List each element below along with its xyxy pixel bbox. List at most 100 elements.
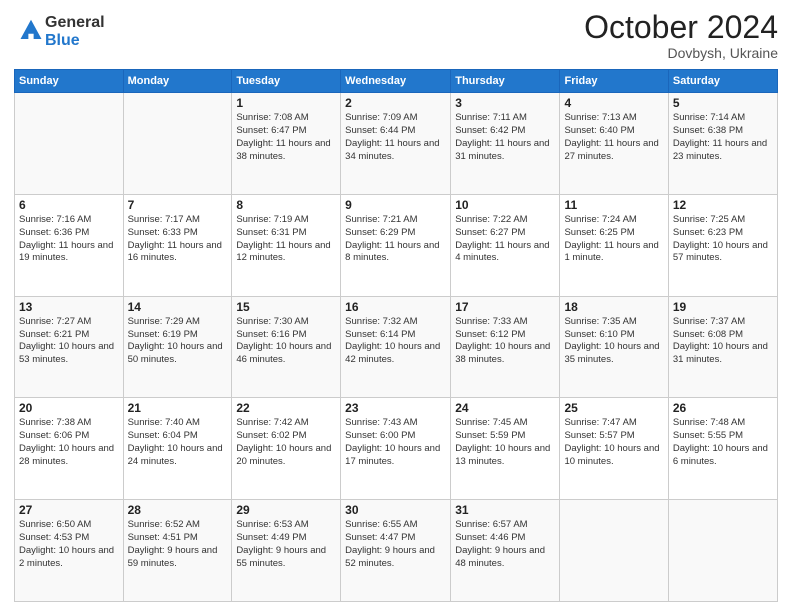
calendar-cell: 12Sunrise: 7:25 AMSunset: 6:23 PMDayligh… (668, 194, 777, 296)
day-number: 23 (345, 401, 446, 415)
cell-sun-info: Sunrise: 7:21 AMSunset: 6:29 PMDaylight:… (345, 214, 446, 265)
day-number: 9 (345, 198, 446, 212)
logo-general-text: General (45, 14, 105, 32)
calendar-cell: 22 Sunrise: 7:42 AMSunset: 6:02 PMDayligh… (232, 398, 341, 500)
day-number: 27 (19, 503, 119, 517)
calendar-cell: 15Sunrise: 7:30 AMSunset: 6:16 PMDayligh… (232, 296, 341, 398)
cell-sun-info: Sunrise: 6:50 AMSunset: 4:53 PMDaylight:… (19, 519, 119, 570)
cell-sun-info: Sunrise: 6:52 AMSunset: 4:51 PMDaylight:… (128, 519, 228, 570)
cell-sun-info: Sunrise: 7:30 AMSunset: 6:16 PMDaylight:… (236, 316, 336, 367)
calendar-cell: 26 Sunrise: 7:48 AMSunset: 5:55 PMDayligh… (668, 398, 777, 500)
calendar-cell: 29 Sunrise: 6:53 AMSunset: 4:49 PMDayligh… (232, 500, 341, 602)
cell-sun-info: Sunrise: 7:22 AMSunset: 6:27 PMDaylight:… (455, 214, 555, 265)
calendar-cell: 7 Sunrise: 7:17 AMSunset: 6:33 PMDaylight… (123, 194, 232, 296)
calendar-cell: 24 Sunrise: 7:45 AMSunset: 5:59 PMDayligh… (451, 398, 560, 500)
day-number: 28 (128, 503, 228, 517)
weekday-header-sunday: Sunday (15, 70, 124, 93)
month-title: October 2024 (584, 10, 778, 45)
day-number: 26 (673, 401, 773, 415)
day-number: 19 (673, 300, 773, 314)
title-block: October 2024 Dovbysh, Ukraine (584, 10, 778, 61)
calendar-cell: 30 Sunrise: 6:55 AMSunset: 4:47 PMDayligh… (341, 500, 451, 602)
cell-sun-info: Sunrise: 7:25 AMSunset: 6:23 PMDaylight:… (673, 214, 773, 265)
calendar-cell: 8 Sunrise: 7:19 AMSunset: 6:31 PMDaylight… (232, 194, 341, 296)
cell-sun-info: Sunrise: 7:11 AMSunset: 6:42 PMDaylight:… (455, 112, 555, 163)
calendar-cell: 25 Sunrise: 7:47 AMSunset: 5:57 PMDayligh… (560, 398, 668, 500)
cell-sun-info: Sunrise: 7:17 AMSunset: 6:33 PMDaylight:… (128, 214, 228, 265)
calendar-cell: 28 Sunrise: 6:52 AMSunset: 4:51 PMDayligh… (123, 500, 232, 602)
calendar-cell: 27 Sunrise: 6:50 AMSunset: 4:53 PMDayligh… (15, 500, 124, 602)
cell-sun-info: Sunrise: 6:57 AMSunset: 4:46 PMDaylight:… (455, 519, 555, 570)
day-number: 21 (128, 401, 228, 415)
calendar-cell: 23Sunrise: 7:43 AMSunset: 6:00 PMDayligh… (341, 398, 451, 500)
day-number: 24 (455, 401, 555, 415)
cell-sun-info: Sunrise: 7:42 AMSunset: 6:02 PMDaylight:… (236, 417, 336, 468)
calendar-table: SundayMondayTuesdayWednesdayThursdayFrid… (14, 69, 778, 602)
calendar-cell: 11 Sunrise: 7:24 AMSunset: 6:25 PMDayligh… (560, 194, 668, 296)
calendar-cell (668, 500, 777, 602)
cell-sun-info: Sunrise: 7:47 AMSunset: 5:57 PMDaylight:… (564, 417, 663, 468)
day-number: 17 (455, 300, 555, 314)
calendar-cell (15, 93, 124, 195)
weekday-header-friday: Friday (560, 70, 668, 93)
cell-sun-info: Sunrise: 7:24 AMSunset: 6:25 PMDaylight:… (564, 214, 663, 265)
cell-sun-info: Sunrise: 7:40 AMSunset: 6:04 PMDaylight:… (128, 417, 228, 468)
cell-sun-info: Sunrise: 7:37 AMSunset: 6:08 PMDaylight:… (673, 316, 773, 367)
day-number: 10 (455, 198, 555, 212)
calendar-cell: 4Sunrise: 7:13 AMSunset: 6:40 PMDaylight… (560, 93, 668, 195)
day-number: 13 (19, 300, 119, 314)
page-header: General Blue October 2024 Dovbysh, Ukrai… (14, 10, 778, 61)
cell-sun-info: Sunrise: 7:45 AMSunset: 5:59 PMDaylight:… (455, 417, 555, 468)
cell-sun-info: Sunrise: 7:48 AMSunset: 5:55 PMDaylight:… (673, 417, 773, 468)
day-number: 20 (19, 401, 119, 415)
day-number: 30 (345, 503, 446, 517)
calendar-cell (560, 500, 668, 602)
calendar-cell: 3 Sunrise: 7:11 AMSunset: 6:42 PMDaylight… (451, 93, 560, 195)
day-number: 3 (455, 96, 555, 110)
cell-sun-info: Sunrise: 6:53 AMSunset: 4:49 PMDaylight:… (236, 519, 336, 570)
calendar-cell: 17 Sunrise: 7:33 AMSunset: 6:12 PMDayligh… (451, 296, 560, 398)
cell-sun-info: Sunrise: 7:33 AMSunset: 6:12 PMDaylight:… (455, 316, 555, 367)
day-number: 31 (455, 503, 555, 517)
weekday-header-monday: Monday (123, 70, 232, 93)
weekday-header-saturday: Saturday (668, 70, 777, 93)
day-number: 14 (128, 300, 228, 314)
cell-sun-info: Sunrise: 7:16 AMSunset: 6:36 PMDaylight:… (19, 214, 119, 265)
day-number: 8 (236, 198, 336, 212)
day-number: 2 (345, 96, 446, 110)
day-number: 16 (345, 300, 446, 314)
day-number: 29 (236, 503, 336, 517)
cell-sun-info: Sunrise: 7:35 AMSunset: 6:10 PMDaylight:… (564, 316, 663, 367)
weekday-header-tuesday: Tuesday (232, 70, 341, 93)
cell-sun-info: Sunrise: 6:55 AMSunset: 4:47 PMDaylight:… (345, 519, 446, 570)
calendar-cell: 2 Sunrise: 7:09 AMSunset: 6:44 PMDaylight… (341, 93, 451, 195)
calendar-cell: 6 Sunrise: 7:16 AMSunset: 6:36 PMDaylight… (15, 194, 124, 296)
day-number: 6 (19, 198, 119, 212)
day-number: 25 (564, 401, 663, 415)
location: Dovbysh, Ukraine (584, 45, 778, 61)
calendar-cell: 21 Sunrise: 7:40 AMSunset: 6:04 PMDayligh… (123, 398, 232, 500)
day-number: 22 (236, 401, 336, 415)
cell-sun-info: Sunrise: 7:32 AMSunset: 6:14 PMDaylight:… (345, 316, 446, 367)
calendar-cell: 5 Sunrise: 7:14 AMSunset: 6:38 PMDaylight… (668, 93, 777, 195)
day-number: 11 (564, 198, 663, 212)
day-number: 5 (673, 96, 773, 110)
calendar-cell (123, 93, 232, 195)
cell-sun-info: Sunrise: 7:27 AMSunset: 6:21 PMDaylight:… (19, 316, 119, 367)
cell-sun-info: Sunrise: 7:19 AMSunset: 6:31 PMDaylight:… (236, 214, 336, 265)
day-number: 7 (128, 198, 228, 212)
logo: General Blue (14, 14, 105, 49)
day-number: 4 (564, 96, 663, 110)
day-number: 1 (236, 96, 336, 110)
weekday-header-wednesday: Wednesday (341, 70, 451, 93)
calendar-cell: 18Sunrise: 7:35 AMSunset: 6:10 PMDayligh… (560, 296, 668, 398)
calendar-cell: 31 Sunrise: 6:57 AMSunset: 4:46 PMDayligh… (451, 500, 560, 602)
calendar-cell: 14 Sunrise: 7:29 AMSunset: 6:19 PMDayligh… (123, 296, 232, 398)
logo-blue-text: Blue (45, 32, 105, 50)
cell-sun-info: Sunrise: 7:09 AMSunset: 6:44 PMDaylight:… (345, 112, 446, 163)
calendar-cell: 19 Sunrise: 7:37 AMSunset: 6:08 PMDayligh… (668, 296, 777, 398)
logo-icon (17, 18, 45, 46)
cell-sun-info: Sunrise: 7:29 AMSunset: 6:19 PMDaylight:… (128, 316, 228, 367)
cell-sun-info: Sunrise: 7:38 AMSunset: 6:06 PMDaylight:… (19, 417, 119, 468)
cell-sun-info: Sunrise: 7:14 AMSunset: 6:38 PMDaylight:… (673, 112, 773, 163)
